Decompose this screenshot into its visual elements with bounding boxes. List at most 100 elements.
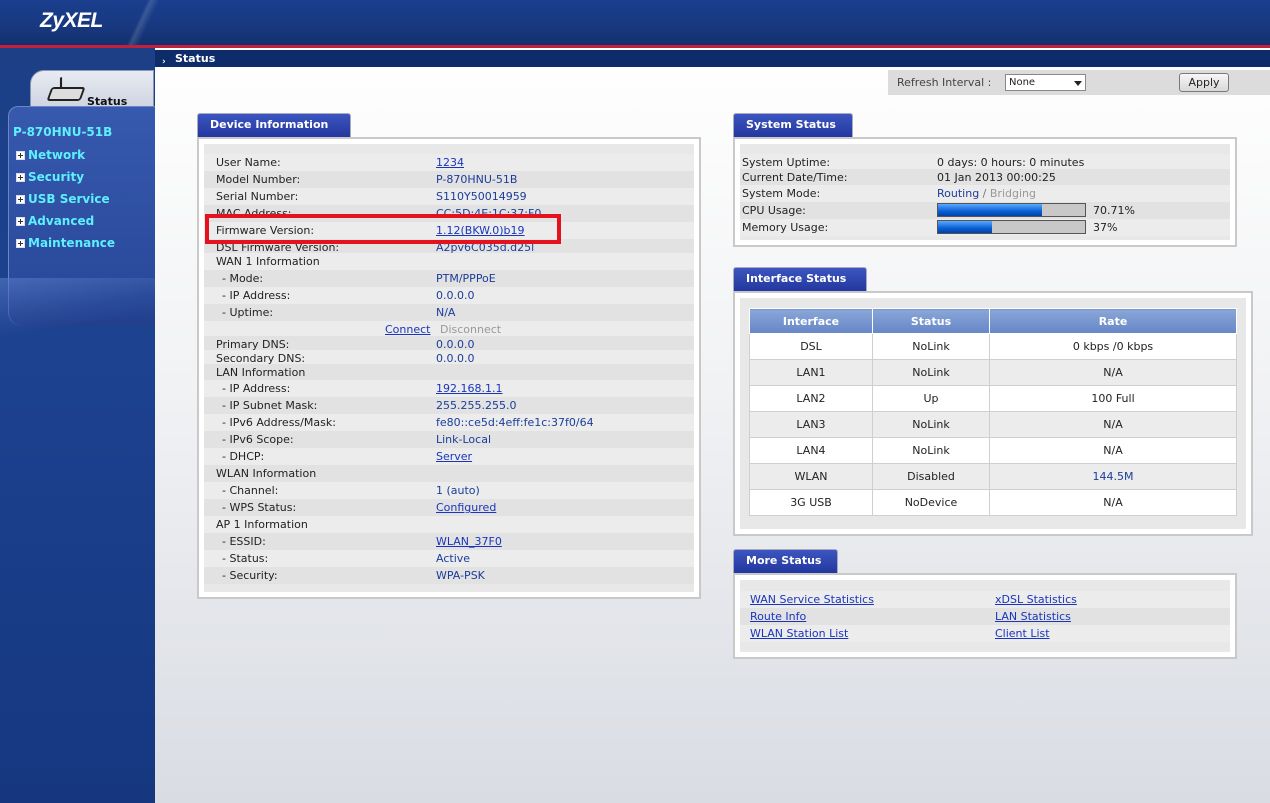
model-number-label: Model Number: [216,173,301,186]
info-row: - WPS Status: Configured [204,499,694,516]
info-row: - ESSID: WLAN_37F0 [204,533,694,550]
expand-icon [16,172,25,182]
expand-icon [16,238,25,248]
device-info-title: Device Information [197,113,351,137]
sidebar-item-advanced[interactable]: Advanced [16,214,94,228]
info-row: - IPv6 Scope: Link-Local [204,431,694,448]
wps-status-link[interactable]: Configured [436,501,496,514]
cell-status: Up [872,385,990,412]
cell-status: NoDevice [872,489,990,516]
cell-rate: 100 Full [989,385,1237,412]
refresh-interval-select[interactable]: None [1005,74,1086,91]
memory-usage-label: Memory Usage: [742,221,829,234]
cell-rate: N/A [989,489,1237,516]
lan-ipv6-label: - IPv6 Address/Mask: [222,416,336,429]
page-header: › Status [155,50,1270,67]
xdsl-statistics-link[interactable]: xDSL Statistics [995,593,1077,606]
essid-label: - ESSID: [222,535,266,548]
section-row: AP 1 Information [204,516,694,533]
top-banner: ZyXEL [0,0,1270,45]
info-row: - Channel: 1 (auto) [204,482,694,499]
sidebar-item-label: Advanced [28,214,95,228]
info-row: - IPv6 Address/Mask: fe80::ce5d:4eff:fe1c… [204,414,694,431]
info-row: System Mode: Routing / Bridging [740,185,1230,202]
lan-ipv6-scope-value: Link-Local [436,433,492,446]
lan-dhcp-link[interactable]: Server [436,450,472,463]
info-row: Model Number: P-870HNU-51B [204,171,694,188]
info-row: - IP Subnet Mask: 255.255.255.0 [204,397,694,414]
cell-interface: LAN1 [749,359,873,386]
lan-mask-value: 255.255.255.0 [436,399,517,412]
caret-icon: › [162,57,166,67]
user-name-link[interactable]: 1234 [436,156,464,169]
links-row: Route Info LAN Statistics [740,608,1230,625]
interface-status-title: Interface Status [733,267,867,291]
ap-status-label: - Status: [222,552,269,565]
table-row: 3G USB NoDevice N/A [749,489,1237,516]
cell-rate: 0 kbps /0 kbps [989,333,1237,360]
sidebar-item-maintenance[interactable]: Maintenance [16,236,115,250]
wan-uptime-value: N/A [436,306,456,319]
info-row: - Uptime: N/A [204,304,694,321]
system-status-panel: System Uptime: 0 days: 0 hours: 0 minutes… [733,137,1237,247]
sidebar-item-network[interactable]: Network [16,148,85,162]
wlan-station-list-link[interactable]: WLAN Station List [750,627,848,640]
serial-number-label: Serial Number: [216,190,299,203]
table-row: LAN3 NoLink N/A [749,411,1237,438]
connect-link[interactable]: Connect [385,323,430,336]
sidebar-item-label: USB Service [28,192,110,206]
system-uptime-label: System Uptime: [742,156,831,169]
section-row: LAN Information [204,364,694,381]
memory-usage-fill [938,221,993,233]
info-row: User Name: 1234 [204,154,694,171]
wlan-channel-label: - Channel: [222,484,279,497]
client-list-link[interactable]: Client List [995,627,1050,640]
essid-link[interactable]: WLAN_37F0 [436,535,502,548]
info-row: Serial Number: S110Y50014959 [204,188,694,205]
cell-interface: 3G USB [749,489,873,516]
interface-table: Interface Status Rate DSL NoLink 0 kbps /0… [749,308,1237,516]
device-model-label: P-870HNU-51B [13,125,113,139]
expand-icon [16,194,25,204]
system-uptime-value: 0 days: 0 hours: 0 minutes [937,156,1085,169]
route-info-link[interactable]: Route Info [750,610,806,623]
table-header-row: Interface Status Rate [749,308,1237,334]
cell-rate: 144.5M [989,463,1237,490]
serial-number-value: S110Y50014959 [436,190,527,203]
system-status-body: System Uptime: 0 days: 0 hours: 0 minutes… [740,144,1230,240]
info-row: - Mode: PTM/PPPoE [204,270,694,287]
col-status: Status [872,308,990,334]
lan-section-label: LAN Information [216,366,306,379]
lan-ip-link[interactable]: 192.168.1.1 [436,382,502,395]
expand-icon [16,150,25,160]
lan-ipv6-scope-label: - IPv6 Scope: [222,433,294,446]
datetime-label: Current Date/Time: [742,171,848,184]
sidebar-item-label: Security [28,170,85,184]
zyxel-logo: ZyXEL [40,9,103,32]
wan1-section-label: WAN 1 Information [216,255,320,268]
table-row: WLAN Disabled 144.5M [749,463,1237,490]
interface-status-body: Interface Status Rate DSL NoLink 0 kbps /0… [740,298,1246,529]
firmware-highlight-box [205,214,561,244]
sidebar-item-usb-service[interactable]: USB Service [16,192,110,206]
wan-service-statistics-link[interactable]: WAN Service Statistics [750,593,874,606]
cell-rate: N/A [989,359,1237,386]
user-name-label: User Name: [216,156,281,169]
lan-ip-label: - IP Address: [222,382,291,395]
lan-statistics-link[interactable]: LAN Statistics [995,610,1071,623]
cpu-usage-label: CPU Usage: [742,204,806,217]
cpu-usage-value: 70.71% [1093,204,1135,217]
routing-mode: Routing [937,187,980,200]
apply-button[interactable]: Apply [1179,73,1229,92]
ap-security-value: WPA-PSK [436,569,485,582]
banner-decoration [115,0,175,45]
memory-usage-value: 37% [1093,221,1118,234]
cell-rate: N/A [989,437,1237,464]
info-row: - IP Address: 0.0.0.0 [204,287,694,304]
wan-ip-label: - IP Address: [222,289,291,302]
more-status-body: WAN Service Statistics xDSL Statistics R… [740,580,1230,652]
info-row: Memory Usage: 37% [740,219,1230,236]
system-mode-label: System Mode: [742,187,821,200]
sidebar-item-security[interactable]: Security [16,170,84,184]
ap-security-label: - Security: [222,569,278,582]
